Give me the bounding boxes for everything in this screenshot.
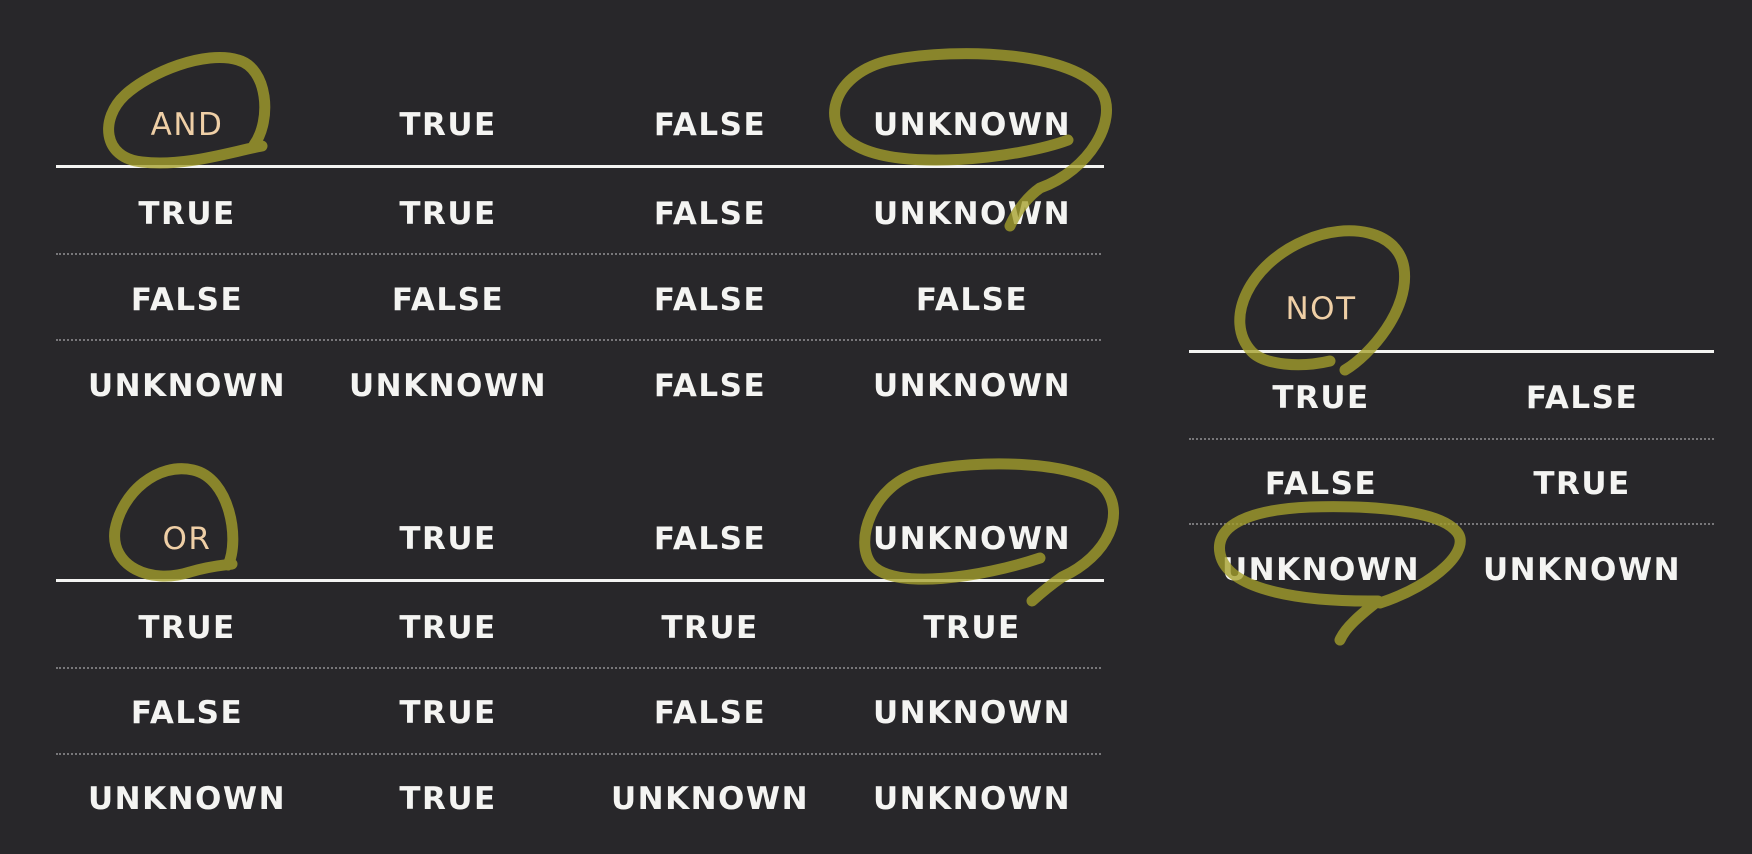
not-header-rule [1189,350,1714,353]
and-column-header: FALSE [653,107,767,143]
and-table-cell: FALSE [653,368,767,404]
dotted-row-separator [1189,523,1714,525]
or-row-label: FALSE [130,695,244,731]
or-column-header: TRUE [399,521,497,557]
and-table-cell: FALSE [653,282,767,318]
dotted-row-separator [56,753,1101,755]
not-output-cell: FALSE [1525,380,1639,416]
dotted-row-separator [56,339,1101,341]
and-row-label: TRUE [138,196,236,232]
dotted-row-separator [1189,438,1714,440]
not-output-cell: TRUE [1533,466,1631,502]
or-table-cell: FALSE [653,695,767,731]
or-row-label: UNKNOWN [87,781,287,817]
and-table-cell: UNKNOWN [348,368,548,404]
or-table-cell: TRUE [399,610,497,646]
or-operator-label: OR [162,521,212,557]
and-header-rule [56,165,1104,168]
slide-canvas: AND TRUE FALSE UNKNOWN TRUE TRUE FALSE U… [0,0,1752,854]
or-table-cell: TRUE [923,610,1021,646]
and-table-cell: FALSE [915,282,1029,318]
or-table-cell: TRUE [399,781,497,817]
not-operator-label: NOT [1285,291,1357,327]
or-table-cell: UNKNOWN [872,781,1072,817]
not-output-cell: UNKNOWN [1482,552,1682,588]
and-table-cell: FALSE [653,196,767,232]
and-table-cell: UNKNOWN [872,196,1072,232]
and-column-header: TRUE [399,107,497,143]
and-table-cell: TRUE [399,196,497,232]
or-header-rule [56,579,1104,582]
and-table-cell: UNKNOWN [872,368,1072,404]
and-table-cell: FALSE [391,282,505,318]
and-row-label: UNKNOWN [87,368,287,404]
not-input-cell: TRUE [1272,380,1370,416]
or-table-cell: TRUE [661,610,759,646]
not-input-cell: UNKNOWN [1221,552,1421,588]
not-input-cell: FALSE [1264,466,1378,502]
or-table-cell: UNKNOWN [872,695,1072,731]
and-column-header: UNKNOWN [872,107,1072,143]
dotted-row-separator [56,667,1101,669]
or-column-header: FALSE [653,521,767,557]
or-table-cell: TRUE [399,695,497,731]
and-row-label: FALSE [130,282,244,318]
dotted-row-separator [56,253,1101,255]
or-row-label: TRUE [138,610,236,646]
and-operator-label: AND [150,107,224,143]
or-column-header: UNKNOWN [872,521,1072,557]
or-table-cell: UNKNOWN [610,781,810,817]
